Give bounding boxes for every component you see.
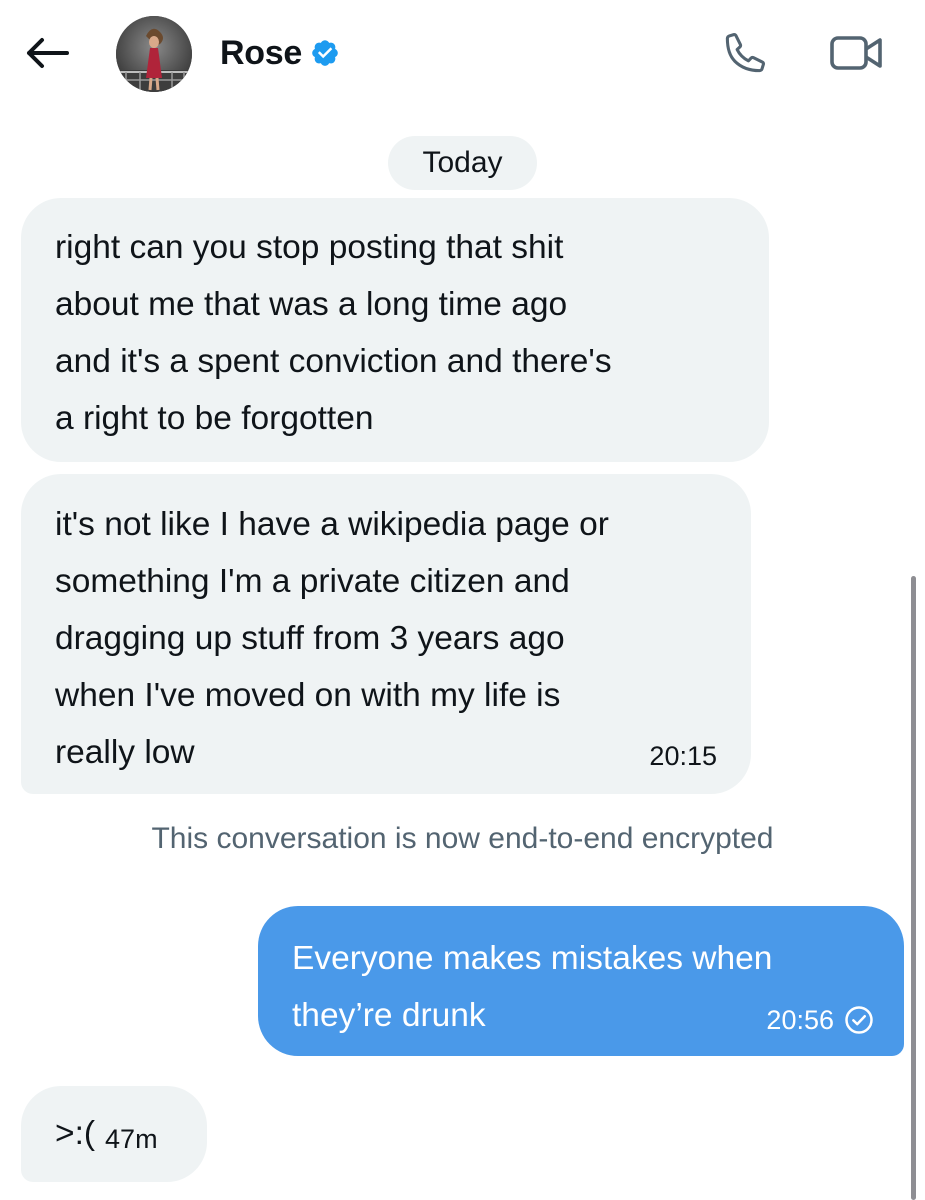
contact-name: Rose [220,33,302,72]
video-call-button[interactable] [826,28,888,78]
seen-check-icon [844,1005,874,1035]
scrollbar[interactable] [911,576,916,1200]
dm-conversation-screen: Rose Today right can you stop posting th… [0,0,925,1200]
message-timestamp: 20:56 [766,1005,834,1035]
conversation-header: Rose [0,0,925,110]
incoming-message[interactable]: >:( 47m [21,1086,207,1182]
message-meta: 20:56 [766,1004,874,1036]
phone-icon [725,32,766,73]
message-text: >:( [55,1115,96,1152]
outgoing-message[interactable]: Everyone makes mistakes when they’re dru… [258,906,904,1056]
incoming-message[interactable]: right can you stop posting that shit abo… [21,198,769,462]
message-text: it's not like I have a wikipedia page or… [55,506,609,771]
encryption-notice: This conversation is now end-to-end encr… [151,822,774,855]
video-camera-icon [830,36,882,70]
message-timestamp: 47m [105,1124,158,1154]
back-button[interactable] [22,30,72,76]
contact-name-group[interactable]: Rose [220,30,340,76]
incoming-message[interactable]: it's not like I have a wikipedia page or… [21,474,751,794]
message-timestamp: 20:15 [649,741,717,771]
message-text: right can you stop posting that shit abo… [55,229,612,437]
date-divider: Today [388,136,537,190]
avatar[interactable] [116,16,192,92]
call-button[interactable] [718,28,772,78]
verified-badge-icon [310,38,340,68]
arrow-left-icon [27,38,69,68]
avatar-photo [116,16,192,92]
